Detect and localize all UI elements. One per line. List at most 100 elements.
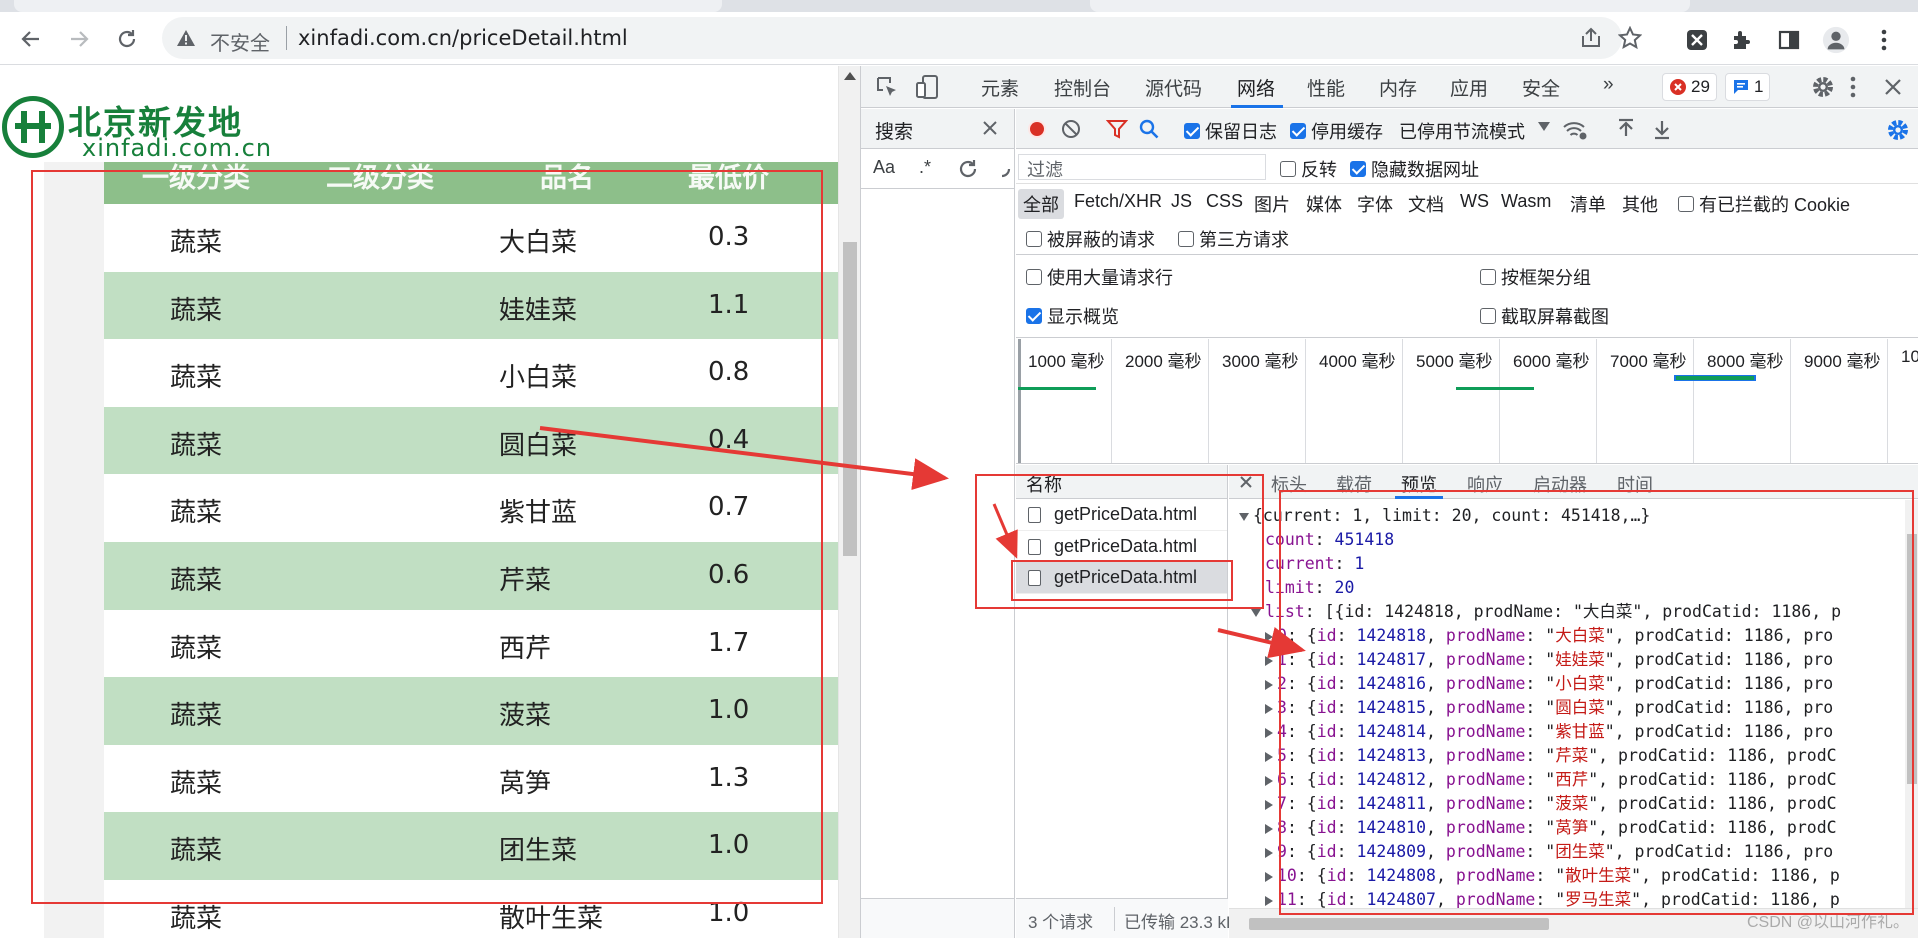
tab-sources[interactable]: 源代码 xyxy=(1145,74,1202,101)
json-list-item[interactable]: 1: {id: 1424817, prodName: "娃娃菜", prodCa… xyxy=(1265,648,1833,672)
tab-application[interactable]: 应用 xyxy=(1450,74,1488,101)
big-request-rows-checkbox[interactable]: 使用大量请求行 xyxy=(1026,264,1173,290)
match-case-toggle[interactable]: Aa xyxy=(873,157,895,178)
tab-initiator[interactable]: 启动器 xyxy=(1533,471,1587,497)
json-list-item[interactable]: 7: {id: 1424811, prodName: "菠菜", prodCat… xyxy=(1265,792,1837,816)
json-list-item[interactable]: 5: {id: 1424813, prodName: "芹菜", prodCat… xyxy=(1265,744,1837,768)
group-by-frame-checkbox[interactable]: 按框架分组 xyxy=(1480,264,1591,290)
json-list-item[interactable]: 11: {id: 1424807, prodName: "罗马生菜", prod… xyxy=(1265,888,1840,908)
profile-avatar-icon[interactable] xyxy=(1822,26,1850,54)
collapse-triangle-icon[interactable] xyxy=(1239,512,1249,521)
preview-scrollbar[interactable] xyxy=(1905,500,1918,908)
more-tabs-button[interactable]: » xyxy=(1603,74,1614,96)
network-overview-timeline[interactable]: 1000 毫秒 2000 毫秒 3000 毫秒 4000 毫秒 5000 毫秒 … xyxy=(1016,339,1918,464)
side-panel-icon[interactable] xyxy=(1775,26,1803,54)
site-logo[interactable]: 北京新发地 xinfadi.com.cn xyxy=(0,94,271,164)
expand-triangle-icon[interactable] xyxy=(1265,847,1273,858)
url-text[interactable]: xinfadi.com.cn/priceDetail.html xyxy=(298,26,628,50)
scroll-up-icon[interactable] xyxy=(844,72,856,80)
error-count-badge[interactable]: 29 xyxy=(1662,73,1717,101)
device-toolbar-icon[interactable] xyxy=(915,74,939,100)
close-search-icon[interactable] xyxy=(981,119,999,137)
type-filter-media[interactable]: 媒体 xyxy=(1306,191,1342,217)
expand-triangle-icon[interactable] xyxy=(1265,823,1273,834)
capture-screenshots-checkbox[interactable]: 截取屏幕截图 xyxy=(1480,303,1609,329)
forward-button[interactable] xyxy=(64,24,94,54)
show-overview-checkbox[interactable]: 显示概览 xyxy=(1026,303,1119,329)
expand-triangle-icon[interactable] xyxy=(1265,679,1273,690)
type-filter-other[interactable]: 其他 xyxy=(1622,191,1658,217)
disable-cache-checkbox[interactable]: 停用缓存 xyxy=(1290,118,1383,144)
blocked-cookies-checkbox[interactable]: 有已拦截的 Cookie xyxy=(1678,191,1850,217)
json-list-item[interactable]: 3: {id: 1424815, prodName: "圆白菜", prodCa… xyxy=(1265,696,1833,720)
throttle-dropdown-icon[interactable] xyxy=(1538,122,1550,132)
third-party-checkbox[interactable]: 第三方请求 xyxy=(1178,226,1289,252)
network-conditions-icon[interactable] xyxy=(1562,119,1588,141)
type-filter-ws[interactable]: WS xyxy=(1460,191,1489,212)
filter-input[interactable]: 过滤 xyxy=(1018,154,1266,180)
invert-checkbox[interactable]: 反转 xyxy=(1280,156,1337,182)
network-settings-icon[interactable] xyxy=(1886,118,1910,142)
message-count-badge[interactable]: 1 xyxy=(1725,73,1771,101)
reload-button[interactable] xyxy=(112,24,142,54)
expand-triangle-icon[interactable] xyxy=(1265,799,1273,810)
expand-triangle-icon[interactable] xyxy=(1265,655,1273,666)
tab-headers[interactable]: 标头 xyxy=(1271,471,1307,497)
name-column-header[interactable]: 名称 xyxy=(1026,471,1062,497)
tab-payload[interactable]: 载荷 xyxy=(1336,471,1372,497)
expand-triangle-icon[interactable] xyxy=(1265,631,1273,642)
clear-search-icon[interactable] xyxy=(997,158,1013,180)
type-filter-wasm[interactable]: Wasm xyxy=(1501,191,1551,212)
type-filter-css[interactable]: CSS xyxy=(1206,191,1243,212)
collapse-triangle-icon[interactable] xyxy=(1251,608,1261,617)
type-filter-img[interactable]: 图片 xyxy=(1254,191,1290,217)
export-har-icon[interactable] xyxy=(1652,118,1672,140)
browser-tab[interactable] xyxy=(1090,0,1690,12)
json-list-item[interactable]: 9: {id: 1424809, prodName: "团生菜", prodCa… xyxy=(1265,840,1833,864)
browser-tab-active[interactable] xyxy=(14,0,722,12)
record-button-icon[interactable] xyxy=(1026,118,1048,140)
json-list-line[interactable]: list: [{id: 1424818, prodName: "大白菜", pr… xyxy=(1251,600,1841,624)
share-icon[interactable] xyxy=(1580,27,1602,49)
tab-performance[interactable]: 性能 xyxy=(1307,74,1345,101)
inspect-element-icon[interactable] xyxy=(875,75,899,99)
address-bar[interactable]: 不安全 xinfadi.com.cn/priceDetail.html xyxy=(162,17,1642,59)
type-filter-doc[interactable]: 文档 xyxy=(1408,191,1444,217)
horizontal-scrollbar-thumb[interactable] xyxy=(1249,918,1549,930)
tab-network[interactable]: 网络 xyxy=(1237,74,1275,101)
browser-menu-icon[interactable] xyxy=(1870,26,1898,54)
request-row[interactable]: getPriceData.html xyxy=(1016,499,1227,531)
request-row-selected[interactable]: getPriceData.html xyxy=(1016,562,1227,594)
expand-triangle-icon[interactable] xyxy=(1265,727,1273,738)
json-list-item[interactable]: 10: {id: 1424808, prodName: "散叶生菜", prod… xyxy=(1265,864,1840,888)
settings-gear-icon[interactable] xyxy=(1811,75,1835,99)
close-detail-icon[interactable] xyxy=(1239,475,1253,489)
bookmark-star-icon[interactable] xyxy=(1618,26,1642,50)
json-root-line[interactable]: {current: 1, limit: 20, count: 451418,…} xyxy=(1239,504,1650,528)
clear-log-icon[interactable] xyxy=(1060,118,1082,140)
type-filter-manifest[interactable]: 清单 xyxy=(1570,191,1606,217)
tab-memory[interactable]: 内存 xyxy=(1379,74,1417,101)
json-list-item[interactable]: 4: {id: 1424814, prodName: "紫甘蓝", prodCa… xyxy=(1265,720,1833,744)
request-row[interactable]: getPriceData.html xyxy=(1016,531,1227,562)
close-devtools-icon[interactable] xyxy=(1883,77,1903,97)
type-filter-fetch-xhr[interactable]: Fetch/XHR xyxy=(1074,191,1162,212)
expand-triangle-icon[interactable] xyxy=(1265,871,1273,882)
search-network-icon[interactable] xyxy=(1138,118,1160,140)
json-list-item[interactable]: 0: {id: 1424818, prodName: "大白菜", prodCa… xyxy=(1265,624,1833,648)
type-filter-font[interactable]: 字体 xyxy=(1357,191,1393,217)
filter-funnel-icon[interactable] xyxy=(1106,118,1128,140)
preview-horizontal-scrollbar[interactable]: CSDN @以山河作礼。 xyxy=(1229,908,1918,938)
page-scrollbar[interactable] xyxy=(838,66,860,938)
hide-data-urls-checkbox[interactable]: 隐藏数据网址 xyxy=(1350,156,1479,182)
regex-toggle[interactable]: .* xyxy=(919,157,931,178)
tab-console[interactable]: 控制台 xyxy=(1054,74,1111,101)
type-filter-all[interactable]: 全部 xyxy=(1018,189,1064,219)
preserve-log-checkbox[interactable]: 保留日志 xyxy=(1184,118,1277,144)
devtools-menu-icon[interactable] xyxy=(1849,75,1857,99)
json-list-item[interactable]: 2: {id: 1424816, prodName: "小白菜", prodCa… xyxy=(1265,672,1833,696)
expand-triangle-icon[interactable] xyxy=(1265,775,1273,786)
tab-response[interactable]: 响应 xyxy=(1467,471,1503,497)
tab-security[interactable]: 安全 xyxy=(1522,74,1560,101)
tab-elements[interactable]: 元素 xyxy=(981,74,1019,101)
